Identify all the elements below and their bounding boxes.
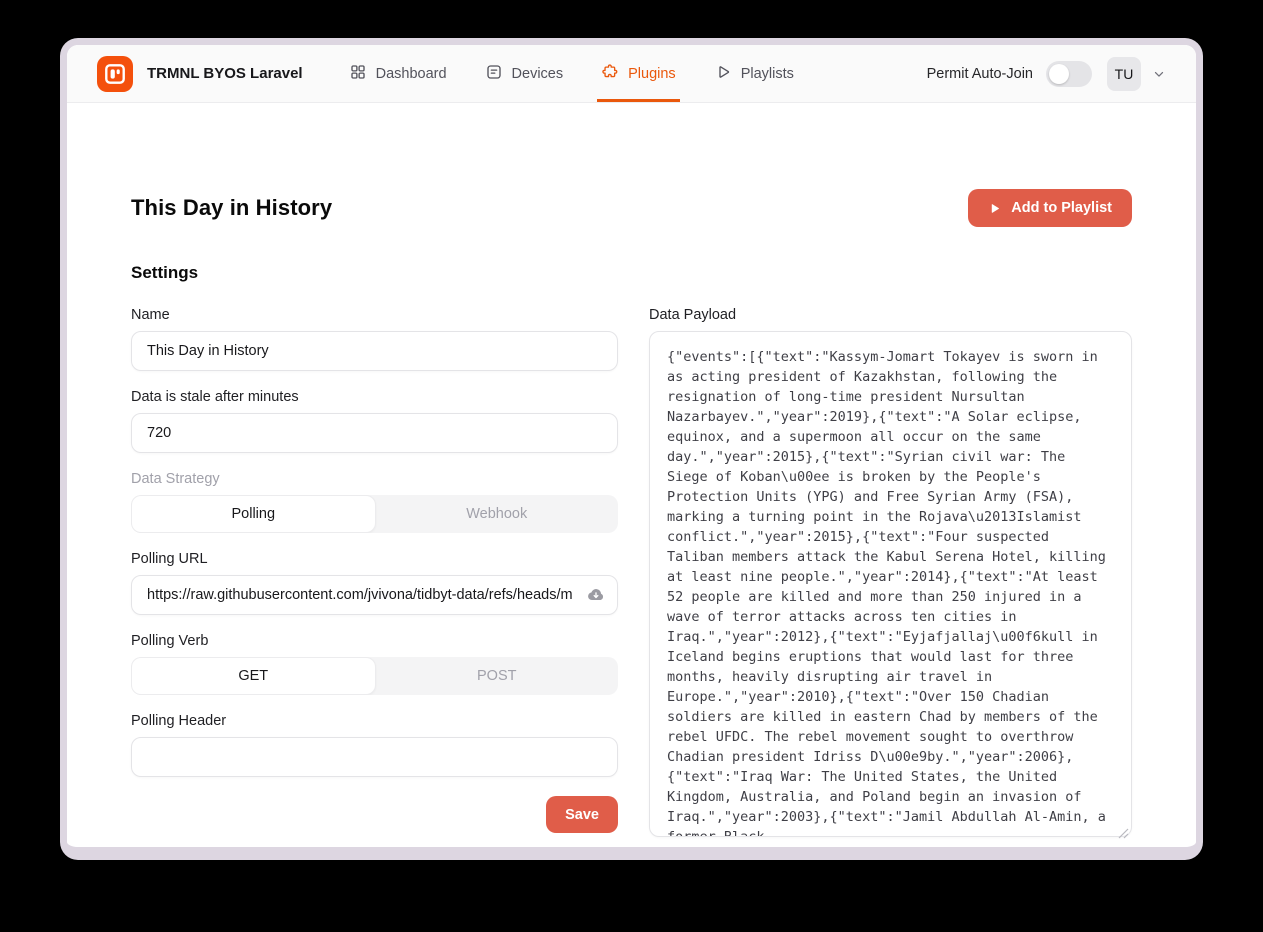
playlists-play-icon xyxy=(714,63,732,85)
polling-header-label: Polling Header xyxy=(131,713,618,729)
polling-verb-segmented-control: GET POST xyxy=(131,657,618,695)
name-label: Name xyxy=(131,307,618,323)
cloud-download-icon[interactable] xyxy=(586,585,606,605)
main-content: This Day in History Add to Playlist Sett… xyxy=(67,103,1196,847)
nav-item-plugins[interactable]: Plugins xyxy=(601,45,676,102)
main-nav: Dashboard Devices xyxy=(349,45,794,102)
add-to-playlist-label: Add to Playlist xyxy=(1011,200,1112,216)
permit-auto-join-label: Permit Auto-Join xyxy=(927,66,1033,82)
polling-url-input[interactable] xyxy=(131,575,618,615)
settings-form: Name Data is stale after minutes Data St… xyxy=(131,307,618,842)
brand-title: TRMNL BYOS Laravel xyxy=(147,65,303,82)
data-strategy-label: Data Strategy xyxy=(131,471,618,487)
name-input[interactable] xyxy=(131,331,618,371)
brand-link[interactable]: TRMNL BYOS Laravel xyxy=(97,56,303,92)
data-payload-textarea[interactable]: {"events":[{"text":"Kassym-Jomart Tokaye… xyxy=(649,331,1132,837)
polling-verb-label: Polling Verb xyxy=(131,633,618,649)
devices-icon xyxy=(485,63,503,85)
stale-minutes-label: Data is stale after minutes xyxy=(131,389,618,405)
plugins-puzzle-icon xyxy=(601,63,619,85)
data-strategy-segmented-control: Polling Webhook xyxy=(131,495,618,533)
polling-verb-option-post[interactable]: POST xyxy=(376,657,619,695)
top-navbar: TRMNL BYOS Laravel Dashboard xyxy=(67,45,1196,103)
trmnl-logo-icon xyxy=(97,56,133,92)
nav-item-playlists[interactable]: Playlists xyxy=(714,45,794,102)
chevron-down-icon[interactable] xyxy=(1152,67,1166,81)
nav-label: Plugins xyxy=(628,66,676,82)
polling-header-input[interactable] xyxy=(131,737,618,777)
save-button[interactable]: Save xyxy=(546,796,618,833)
nav-label: Dashboard xyxy=(376,66,447,82)
app-window: TRMNL BYOS Laravel Dashboard xyxy=(60,38,1203,860)
permit-auto-join-toggle[interactable] xyxy=(1046,61,1092,87)
dashboard-grid-icon xyxy=(349,63,367,85)
desktop-background: TRMNL BYOS Laravel Dashboard xyxy=(0,0,1263,932)
nav-item-devices[interactable]: Devices xyxy=(485,45,564,102)
data-payload-label: Data Payload xyxy=(649,307,1132,323)
user-avatar[interactable]: TU xyxy=(1107,57,1141,91)
stale-minutes-input[interactable] xyxy=(131,413,618,453)
nav-item-dashboard[interactable]: Dashboard xyxy=(349,45,447,102)
add-to-playlist-button[interactable]: Add to Playlist xyxy=(968,189,1132,227)
settings-heading: Settings xyxy=(131,263,1132,283)
nav-label: Playlists xyxy=(741,66,794,82)
nav-label: Devices xyxy=(512,66,564,82)
data-strategy-option-polling[interactable]: Polling xyxy=(131,495,376,533)
play-icon xyxy=(988,202,1001,215)
data-strategy-option-webhook[interactable]: Webhook xyxy=(376,495,619,533)
polling-url-label: Polling URL xyxy=(131,551,618,567)
polling-verb-option-get[interactable]: GET xyxy=(131,657,376,695)
page-title: This Day in History xyxy=(131,195,332,221)
toggle-knob xyxy=(1049,64,1069,84)
